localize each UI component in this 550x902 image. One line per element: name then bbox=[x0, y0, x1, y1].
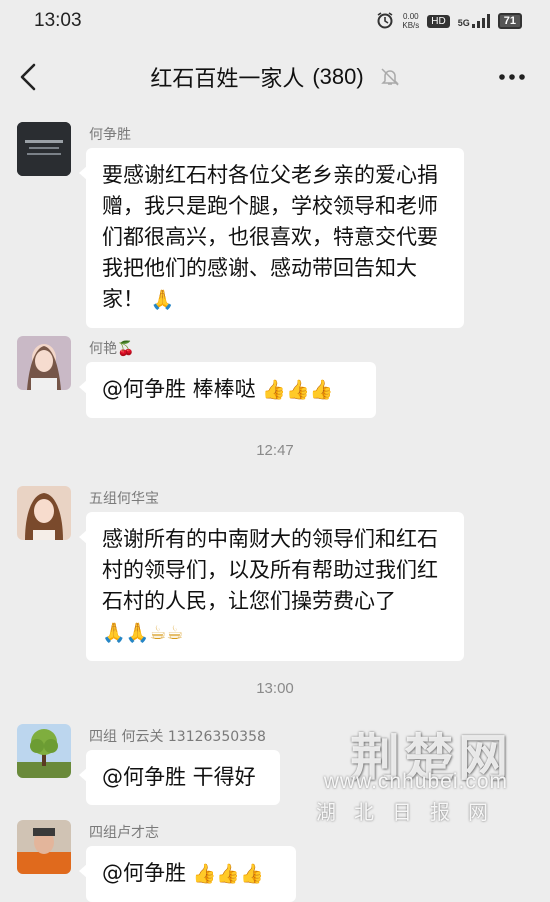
message-text: @何争胜 棒棒哒 bbox=[102, 377, 256, 401]
message-text: 感谢所有的中南财大的领导们和红石村的领导们，以及所有帮助过我们红石村的人民，让您… bbox=[102, 527, 438, 613]
back-arrow-icon[interactable] bbox=[14, 60, 44, 94]
more-options-icon[interactable] bbox=[494, 64, 530, 90]
signal-icon: 5G bbox=[458, 14, 490, 28]
watermark-subtitle: 湖北日报网 bbox=[316, 800, 506, 824]
message-bubble[interactable]: 要感谢红石村各位父老乡亲的爱心捐赠，我只是跑个腿，学校领导和老师们都很高兴，也很… bbox=[79, 148, 464, 328]
chat-header: 红石百姓一家人 (380) bbox=[0, 42, 550, 112]
emoji-pray: 🙏 bbox=[150, 288, 175, 311]
mute-bell-icon bbox=[380, 67, 400, 87]
message-bubble[interactable]: @何争胜 棒棒哒 👍👍👍 bbox=[79, 362, 376, 418]
net-speed-unit: KB/s bbox=[402, 21, 420, 30]
group-name: 红石百姓一家人 bbox=[150, 67, 305, 92]
sender-name: 四组 何云关 13126350358 bbox=[89, 729, 266, 745]
timestamp: 13:00 bbox=[256, 680, 294, 697]
sender-name: 五组何华宝 bbox=[89, 491, 159, 507]
network-type: 5G bbox=[457, 18, 470, 28]
member-count: (380) bbox=[312, 64, 364, 89]
watermark: 荆楚网 www.cnhubei.com 湖北日报网 bbox=[272, 718, 512, 828]
sender-name: 何艳🍒 bbox=[89, 341, 135, 357]
alarm-icon bbox=[376, 11, 394, 32]
net-speed: 0.00 KB/s bbox=[402, 12, 419, 30]
avatar[interactable] bbox=[17, 486, 71, 540]
status-bar: 13:03 0.00 KB/s HD 5G 71 bbox=[0, 0, 550, 42]
message-bubble[interactable]: @何争胜 干得好 bbox=[79, 750, 280, 805]
emoji-pray-coffee: 🙏🙏☕☕ bbox=[102, 621, 184, 644]
net-speed-value: 0.00 bbox=[403, 12, 419, 21]
sender-name: 何争胜 bbox=[89, 127, 131, 143]
emoji-thumbs-up: 👍👍👍 bbox=[192, 862, 264, 885]
avatar[interactable] bbox=[17, 820, 71, 874]
chat-title: 红石百姓一家人 (380) bbox=[150, 61, 399, 93]
message-text: @何争胜 bbox=[102, 861, 193, 885]
avatar[interactable] bbox=[17, 724, 71, 778]
hd-badge: HD bbox=[427, 14, 450, 28]
sender-name: 四组卢才志 bbox=[89, 825, 159, 841]
status-time: 13:03 bbox=[34, 10, 82, 31]
battery-indicator: 71 bbox=[497, 13, 522, 29]
watermark-logo: 荆楚网 bbox=[350, 728, 512, 787]
timestamp: 12:47 bbox=[256, 442, 294, 459]
message-bubble[interactable]: 感谢所有的中南财大的领导们和红石村的领导们，以及所有帮助过我们红石村的人民，让您… bbox=[79, 512, 464, 661]
status-icons: 0.00 KB/s HD 5G 71 bbox=[376, 11, 522, 32]
message-bubble[interactable]: @何争胜 👍👍👍 bbox=[79, 846, 296, 902]
avatar[interactable] bbox=[17, 122, 71, 176]
message-text: @何争胜 干得好 bbox=[102, 765, 256, 789]
watermark-url: www.cnhubei.com bbox=[323, 770, 508, 793]
avatar[interactable] bbox=[17, 336, 71, 390]
emoji-thumbs-up: 👍👍👍 bbox=[262, 378, 334, 401]
